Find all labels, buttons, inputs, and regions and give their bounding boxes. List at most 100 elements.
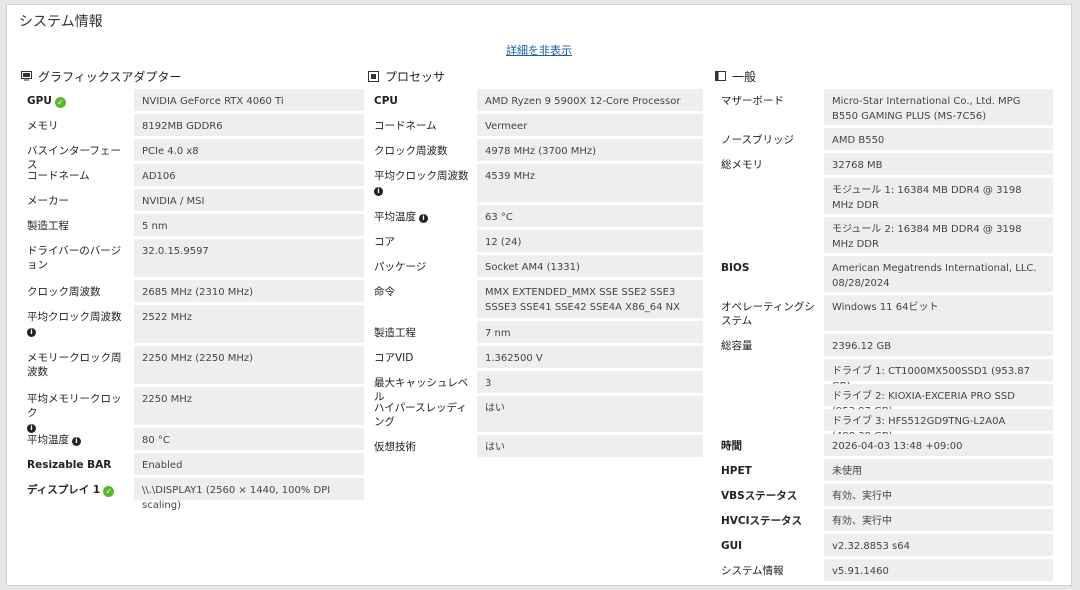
row-value: 32768 MB — [824, 153, 1053, 175]
gpu-section-header: グラフィックスアダプター — [21, 67, 364, 85]
row-label: パッケージ — [374, 261, 427, 273]
info-icon[interactable]: i — [419, 214, 428, 223]
cpu-row-instructions: 命令 MMX EXTENDED_MMX SSE SSE2 SSE3 SSSE3 S… — [368, 280, 703, 318]
row-label: HVCIステータス — [721, 515, 803, 527]
check-icon: ✓ — [54, 97, 66, 108]
row-value: PCIe 4.0 x8 — [134, 139, 364, 161]
row-label — [715, 217, 824, 253]
cpu-section-header: プロセッサ — [368, 67, 703, 85]
gen-row-hpet: HPET 未使用 — [715, 459, 1053, 481]
row-label: メーカー — [27, 195, 69, 207]
gpu-row-avg-mem-clock: 平均メモリークロック i 2250 MHz — [21, 387, 364, 433]
row-label: ディスプレイ 1 ✓ — [21, 478, 134, 500]
window-icon — [715, 71, 726, 81]
row-value: 4978 MHz (3700 MHz) — [477, 139, 703, 161]
row-label: ノースブリッジ — [721, 134, 794, 146]
row-label: 製造工程 — [374, 327, 416, 339]
gen-row-module-1: モジュール 1: 16384 MB DDR4 @ 3198 MHz DDR — [715, 178, 1053, 214]
row-value: モジュール 1: 16384 MB DDR4 @ 3198 MHz DDR — [824, 178, 1053, 214]
row-value: AD106 — [134, 164, 364, 186]
row-value: 2396.12 GB — [824, 334, 1053, 356]
row-value: 2522 MHz — [134, 305, 364, 343]
gen-row-time: 時間 2026-04-03 13:48 +09:00 — [715, 434, 1053, 456]
gen-row-vbs: VBSステータス 有効、実行中 — [715, 484, 1053, 506]
row-value: AMD B550 — [824, 128, 1053, 150]
gpu-section-title: グラフィックスアダプター — [38, 69, 182, 84]
row-value: Windows 11 64ビット — [824, 295, 1053, 331]
row-label: 命令 — [374, 286, 395, 298]
row-value: American Megatrends International, LLC. … — [824, 256, 1053, 292]
info-icon[interactable]: i — [72, 437, 81, 446]
row-label: 時間 — [721, 440, 742, 452]
row-value: v2.32.8853 s64 — [824, 534, 1053, 556]
row-label: クロック周波数 — [374, 145, 448, 157]
gen-row-drive-3: ドライブ 3: HFS512GD9TNG-L2A0A (488.38 GB) — [715, 409, 1053, 442]
row-value: NVIDIA GeForce RTX 4060 Ti — [134, 89, 364, 111]
gpu-row-memory: メモリ 8192MB GDDR6 — [21, 114, 364, 136]
gpu-row-rebar: Resizable BAR Enabled — [21, 453, 364, 475]
row-value: Enabled — [134, 453, 364, 475]
gen-row-hvci: HVCIステータス 有効、実行中 — [715, 509, 1053, 531]
row-value: 2685 MHz (2310 MHz) — [134, 280, 364, 302]
cpu-row-avg-temp: 平均温度 i 63 °C — [368, 205, 703, 227]
row-label: 平均温度 i — [368, 205, 477, 227]
row-value: ドライブ 1: CT1000MX500SSD1 (953.87 GB) — [824, 359, 1053, 392]
row-value: はい — [477, 396, 703, 432]
gpu-row-clock: クロック周波数 2685 MHz (2310 MHz) — [21, 280, 364, 302]
row-label: コア — [374, 236, 395, 248]
cpu-row-vid: コアVID 1.362500 V — [368, 346, 703, 368]
row-label: クロック周波数 — [27, 286, 101, 298]
row-value: 5 nm — [134, 214, 364, 236]
gen-row-drive-1: ドライブ 1: CT1000MX500SSD1 (953.87 GB) — [715, 359, 1053, 392]
gen-row-gui: GUI v2.32.8853 s64 — [715, 534, 1053, 556]
row-value: NVIDIA / MSI — [134, 189, 364, 211]
row-label: 総容量 — [721, 340, 753, 352]
row-label — [715, 178, 824, 214]
system-info-panel: システム情報 詳細を非表示 グラフィックスアダプター GPU ✓ NVIDIA Ge… — [6, 4, 1072, 586]
info-icon[interactable]: i — [374, 187, 383, 196]
cpu-row-process: 製造工程 7 nm — [368, 321, 703, 343]
gen-row-northbridge: ノースブリッジ AMD B550 — [715, 128, 1053, 150]
row-label: オペレーティングシステム — [721, 301, 815, 327]
row-label: コードネーム — [374, 120, 437, 132]
row-label: ハイパースレッディング — [374, 402, 467, 428]
row-value: はい — [477, 435, 703, 457]
general-section-header: 一般 — [715, 67, 1053, 85]
row-label: バスインターフェース — [27, 145, 121, 171]
cpu-section: プロセッサ CPU AMD Ryzen 9 5900X 12-Core Proce… — [368, 67, 703, 460]
row-label: GPU ✓ — [21, 89, 134, 111]
gen-row-sysinfo: システム情報 v5.91.1460 — [715, 559, 1053, 581]
hide-details-link[interactable]: 詳細を非表示 — [7, 42, 1071, 58]
row-value: 3 — [477, 371, 703, 393]
row-label: メモリ — [27, 120, 59, 132]
gen-row-bios: BIOS American Megatrends International, L… — [715, 256, 1053, 292]
row-value: 2026-04-03 13:48 +09:00 — [824, 434, 1053, 456]
row-value: モジュール 2: 16384 MB DDR4 @ 3198 MHz DDR — [824, 217, 1053, 253]
gpu-section: グラフィックスアダプター GPU ✓ NVIDIA GeForce RTX 4060… — [21, 67, 364, 511]
row-value: 32.0.15.9597 — [134, 239, 364, 277]
row-value: 12 (24) — [477, 230, 703, 252]
row-label — [715, 384, 824, 406]
row-value: 80 °C — [134, 428, 364, 450]
row-value: ドライブ 3: HFS512GD9TNG-L2A0A (488.38 GB) — [824, 409, 1053, 442]
cpu-row-hyperthreading: ハイパースレッディング はい — [368, 396, 703, 432]
cpu-row-avg-clock: 平均クロック周波数 i 4539 MHz — [368, 164, 703, 202]
row-label: 総メモリ — [721, 159, 763, 171]
row-value: 未使用 — [824, 459, 1053, 481]
row-label: 仮想技術 — [374, 441, 416, 453]
row-label: システム情報 — [721, 565, 784, 577]
row-label: 平均温度 i — [21, 428, 134, 450]
general-section-title: 一般 — [732, 69, 757, 84]
row-label: ドライバーのバージョン — [27, 245, 122, 271]
row-value: 2250 MHz (2250 MHz) — [134, 346, 364, 384]
row-value: 7 nm — [477, 321, 703, 343]
gpu-row-bus: バスインターフェース PCIe 4.0 x8 — [21, 139, 364, 171]
cpu-row-codename: コードネーム Vermeer — [368, 114, 703, 136]
row-label: GUI — [721, 540, 743, 552]
gpu-row-process: 製造工程 5 nm — [21, 214, 364, 236]
check-icon: ✓ — [103, 486, 115, 497]
info-icon[interactable]: i — [27, 328, 36, 337]
gpu-row-avg-temp: 平均温度 i 80 °C — [21, 428, 364, 450]
row-label: 製造工程 — [27, 220, 69, 232]
row-label: 最大キャッシュレベル — [374, 377, 469, 403]
